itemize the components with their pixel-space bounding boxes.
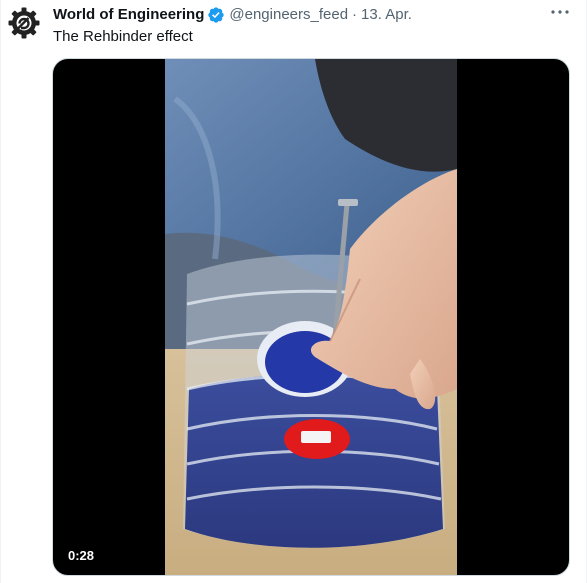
tweet-card[interactable]: World of Engineering @engineers_feed · 1…	[0, 0, 587, 583]
author-display-name[interactable]: World of Engineering	[53, 5, 204, 25]
video-thumbnail	[165, 59, 457, 575]
separator-dot: ·	[352, 6, 358, 23]
tweet-text: The Rehbinder effect	[53, 28, 193, 45]
author-handle[interactable]: @engineers_feed	[229, 5, 348, 25]
video-duration-badge: 0:28	[62, 546, 101, 566]
verified-badge-icon	[208, 7, 225, 23]
tweet-header: World of Engineering @engineers_feed · 1…	[53, 5, 546, 25]
more-horizontal-icon[interactable]	[548, 4, 572, 24]
tweet-date[interactable]: 13. Apr.	[361, 5, 412, 25]
video-player[interactable]: 0:28	[52, 58, 570, 576]
gear-logo-icon[interactable]	[7, 6, 41, 40]
